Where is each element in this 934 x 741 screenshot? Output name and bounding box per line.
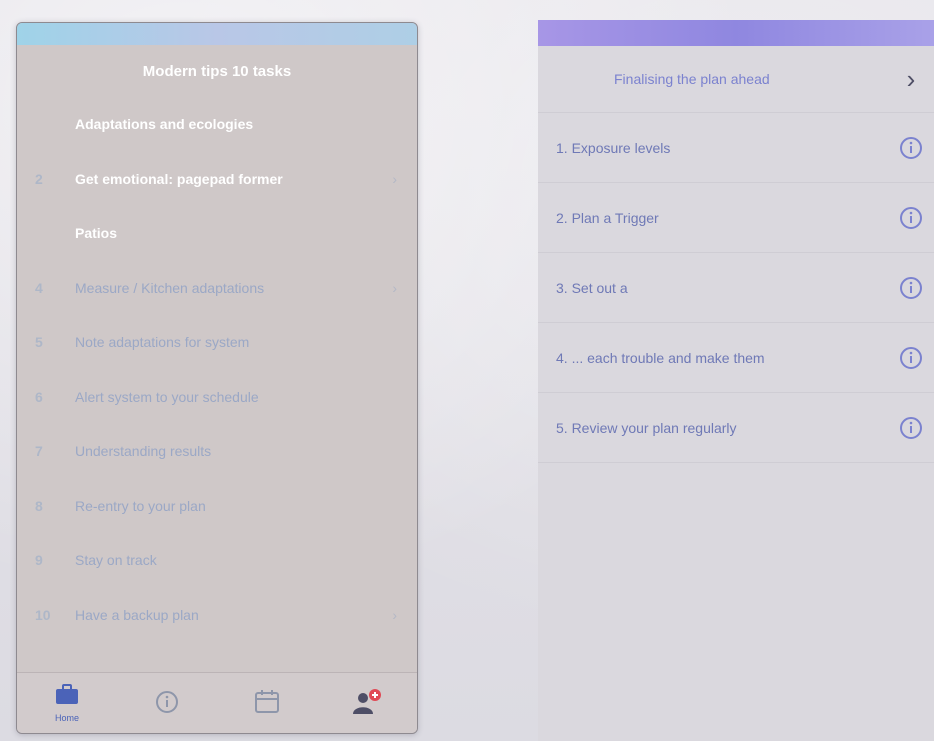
step-label: Get emotional: pagepad former xyxy=(75,170,283,187)
header-bar xyxy=(538,20,934,46)
step-item-7[interactable]: 7 Understanding results xyxy=(17,424,417,479)
step-item-10[interactable]: 10 Have a backup plan › xyxy=(17,588,417,643)
list-item[interactable]: 5. Review your plan regularly xyxy=(538,393,934,463)
item-label: 4. ... each trouble and make them xyxy=(556,349,765,366)
right-screen: Finalising the plan ahead › 1. Exposure … xyxy=(538,20,934,741)
tab-calendar[interactable] xyxy=(232,689,302,717)
chevron-right-icon: › xyxy=(906,63,916,94)
step-label: Adaptations and ecologies xyxy=(75,116,254,133)
steps-list: Adaptations and ecologies 2 Get emotiona… xyxy=(17,97,417,642)
step-number: 4 xyxy=(35,279,43,296)
step-label: Stay on track xyxy=(75,552,157,569)
item-label: 1. Exposure levels xyxy=(556,139,671,156)
step-number: 9 xyxy=(35,552,43,569)
tab-home[interactable]: Home xyxy=(32,683,102,723)
step-number: 6 xyxy=(35,388,43,405)
step-number: 5 xyxy=(35,334,43,351)
briefcase-icon xyxy=(52,683,82,709)
step-label: Measure / Kitchen adaptations xyxy=(75,279,265,296)
step-number: 2 xyxy=(35,170,43,187)
tab-profile[interactable] xyxy=(332,687,402,719)
info-icon[interactable] xyxy=(898,205,924,231)
status-bar xyxy=(17,23,417,45)
step-item-1[interactable]: Adaptations and ecologies xyxy=(17,97,417,152)
step-label: Note adaptations for system xyxy=(75,334,250,351)
item-label: 5. Review your plan regularly xyxy=(556,419,737,436)
user-badge-icon xyxy=(350,687,384,719)
info-icon[interactable] xyxy=(898,275,924,301)
step-item-9[interactable]: 9 Stay on track xyxy=(17,533,417,588)
chevron-right-icon: › xyxy=(392,279,397,296)
step-label: Alert system to your schedule xyxy=(75,388,259,405)
step-item-5[interactable]: 5 Note adaptations for system xyxy=(17,315,417,370)
info-icon[interactable] xyxy=(898,345,924,371)
list-item[interactable]: 2. Plan a Trigger xyxy=(538,183,934,253)
info-icon[interactable] xyxy=(898,135,924,161)
tab-label: Home xyxy=(54,713,79,723)
step-item-2[interactable]: 2 Get emotional: pagepad former › xyxy=(17,152,417,207)
section-header-row[interactable]: Finalising the plan ahead › xyxy=(538,46,934,113)
step-number: 10 xyxy=(35,606,51,623)
left-phone-screen: Modern tips 10 tasks Adaptations and eco… xyxy=(16,22,418,734)
info-icon xyxy=(152,689,182,717)
step-label: Re-entry to your plan xyxy=(75,497,206,514)
step-number: 8 xyxy=(35,497,43,514)
step-item-3[interactable]: Patios xyxy=(17,206,417,261)
step-number: 7 xyxy=(35,443,43,460)
step-label: Understanding results xyxy=(75,443,212,460)
screen-title: Modern tips 10 tasks xyxy=(142,62,292,80)
section-title: Finalising the plan ahead xyxy=(614,71,770,87)
bottom-tab-bar: Home xyxy=(17,672,417,733)
step-label: Have a backup plan xyxy=(75,606,199,623)
info-icon[interactable] xyxy=(898,415,924,441)
tab-info[interactable] xyxy=(132,689,202,717)
step-item-8[interactable]: 8 Re-entry to your plan xyxy=(17,479,417,534)
list-item[interactable]: 3. Set out a xyxy=(538,253,934,323)
step-label: Patios xyxy=(75,225,118,242)
step-item-4[interactable]: 4 Measure / Kitchen adaptations › xyxy=(17,261,417,316)
chevron-right-icon: › xyxy=(392,606,397,623)
calendar-icon xyxy=(252,689,282,717)
list-item[interactable]: 4. ... each trouble and make them xyxy=(538,323,934,393)
step-item-6[interactable]: 6 Alert system to your schedule xyxy=(17,370,417,425)
item-label: 3. Set out a xyxy=(556,279,628,296)
list-item[interactable]: 1. Exposure levels xyxy=(538,113,934,183)
item-label: 2. Plan a Trigger xyxy=(556,209,659,226)
chevron-right-icon: › xyxy=(392,170,397,187)
